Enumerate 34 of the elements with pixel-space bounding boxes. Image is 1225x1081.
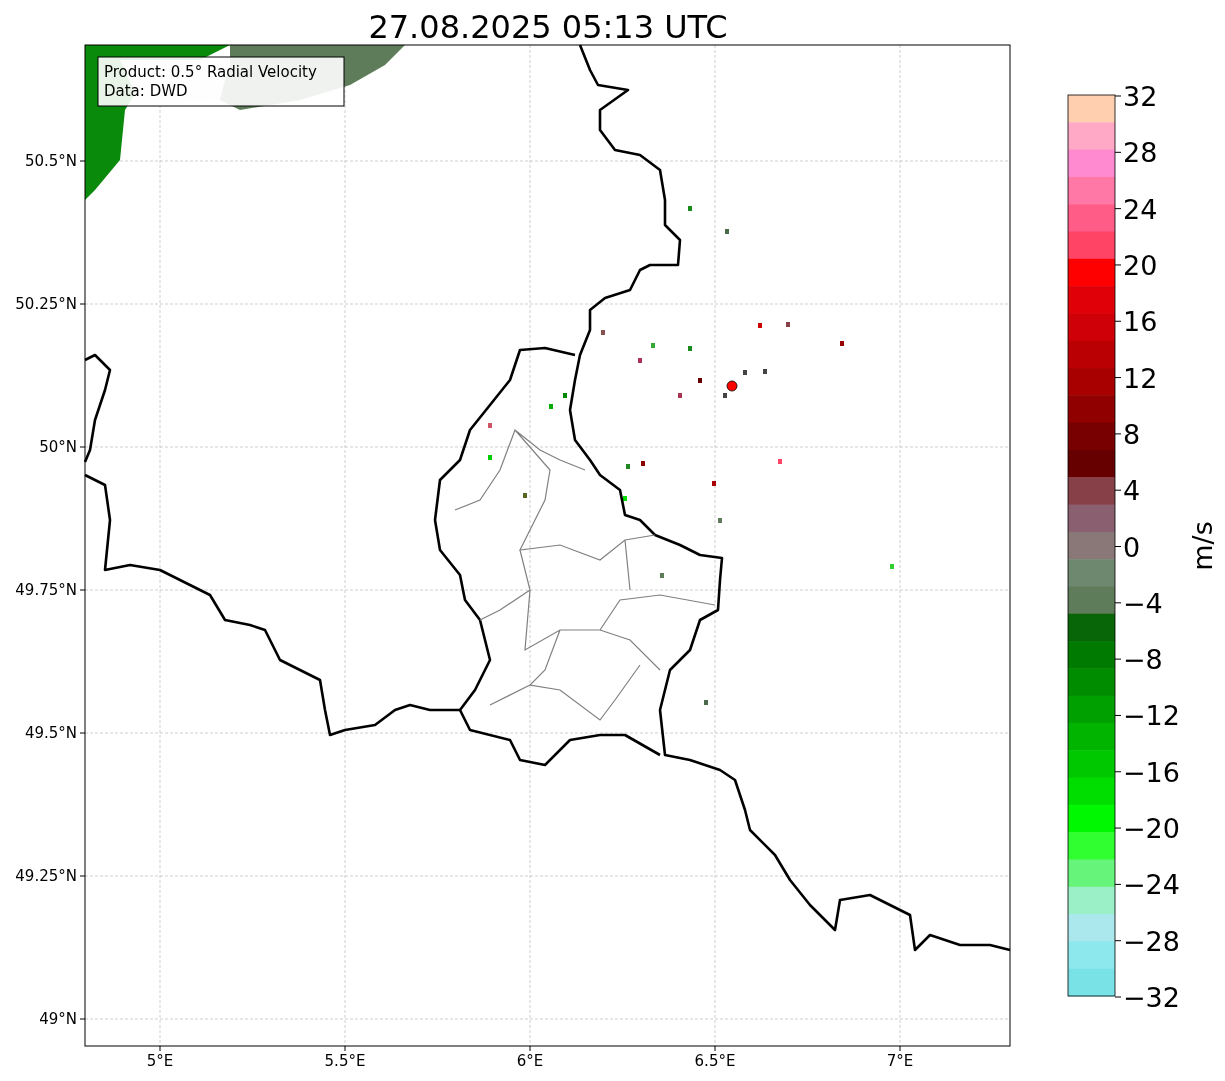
colorbar-label: 28: [1123, 137, 1158, 169]
longitude-label: 6°E: [516, 1052, 544, 1070]
colorbar-label: 16: [1123, 306, 1158, 338]
colorbar-label: −24: [1123, 869, 1180, 901]
radar-site-marker: [726, 380, 738, 392]
colorbar-label: −28: [1123, 925, 1180, 957]
colorbar-label: −20: [1123, 813, 1180, 845]
colorbar-label: −32: [1123, 982, 1180, 1013]
latitude-label: 49.5°N: [24, 724, 77, 742]
colorbar-label: −12: [1123, 700, 1180, 732]
longitude-label: 5°E: [146, 1052, 174, 1070]
colorbar-label: −16: [1123, 756, 1180, 788]
latitude-label: 50°N: [39, 438, 77, 456]
colorbar-label: 32: [1123, 81, 1158, 112]
latitude-label: 49°N: [39, 1010, 77, 1028]
colorbar-label: 4: [1123, 475, 1141, 507]
longitude-label: 7°E: [886, 1052, 914, 1070]
latitude-label: 49.75°N: [15, 581, 77, 599]
colorbar-label: −4: [1123, 587, 1163, 619]
longitude-label: 5.5°E: [324, 1052, 366, 1070]
colorbar-label: −8: [1123, 644, 1163, 676]
colorbar-label: 24: [1123, 193, 1158, 225]
latitude-label: 50.5°N: [24, 152, 77, 170]
latitude-label: 50.25°N: [15, 295, 77, 313]
colorbar-label: 20: [1123, 249, 1158, 281]
info-text: Data: DWD: [104, 82, 188, 100]
colorbar-title: m/s: [1187, 521, 1218, 571]
longitude-label: 6.5°E: [694, 1052, 736, 1070]
chart-title: 27.08.2025 05:13 UTC: [368, 8, 728, 46]
info-text: Product: 0.5° Radial Velocity: [104, 63, 317, 81]
colorbar-label: 0: [1123, 531, 1141, 563]
colorbar-label: 12: [1123, 362, 1158, 394]
latitude-label: 49.25°N: [15, 867, 77, 885]
colorbar-label: 8: [1123, 418, 1141, 450]
